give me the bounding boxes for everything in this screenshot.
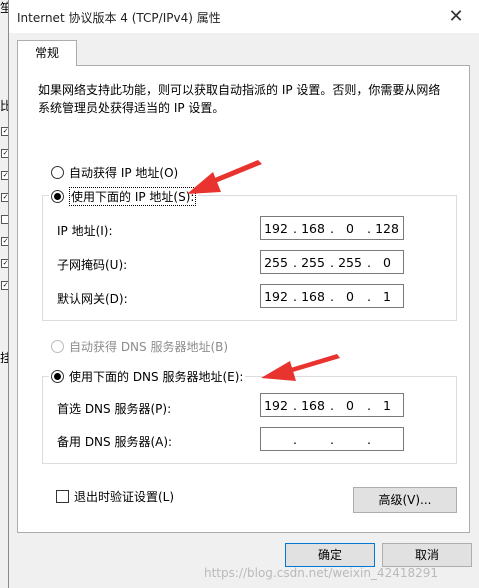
auto-dns-option: 自动获得 DNS 服务器地址(B) [51, 338, 228, 355]
default-gateway-label: 默认网关(D): [57, 292, 128, 306]
tcpip-properties-dialog: Internet 协议版本 4 (TCP/IPv4) 属性 ✕ 常规 如果网络支… [8, 0, 479, 588]
alternate-dns-label: 备用 DNS 服务器(A): [57, 435, 173, 449]
validate-on-exit-option[interactable]: 退出时验证设置(L) [56, 488, 174, 505]
advanced-button[interactable]: 高级(V)... [353, 487, 457, 513]
auto-ip-label: 自动获得 IP 地址(O) [69, 166, 179, 180]
auto-dns-radio [51, 340, 64, 353]
dns-server-group: 使用下面的 DNS 服务器地址(E): 首选 DNS 服务器(P): 192 .… [42, 368, 457, 464]
tab-general[interactable]: 常规 [17, 40, 77, 66]
auto-dns-label: 自动获得 DNS 服务器地址(B) [69, 340, 229, 354]
close-button[interactable]: ✕ [433, 0, 479, 33]
ip-address-input[interactable]: 192 . 168 . 0 . 128 [260, 216, 404, 240]
manual-dns-option[interactable]: 使用下面的 DNS 服务器地址(E): [49, 368, 246, 385]
window-title: Internet 协议版本 4 (TCP/IPv4) 属性 [17, 11, 221, 25]
ip-address-label: IP 地址(I): [57, 224, 113, 238]
title-bar: Internet 协议版本 4 (TCP/IPv4) 属性 ✕ [9, 0, 479, 33]
validate-on-exit-label: 退出时验证设置(L) [74, 490, 175, 504]
ok-button[interactable]: 确定 [285, 543, 375, 567]
preferred-dns-label: 首选 DNS 服务器(P): [57, 402, 172, 416]
description-text: 如果网络支持此功能，则可以获取自动指派的 IP 设置。否则，你需要从网络系统管理… [38, 83, 441, 115]
watermark: https://blog.csdn.net/weixin_42418291 [204, 566, 439, 580]
manual-ip-radio[interactable] [51, 190, 64, 203]
alternate-dns-input[interactable]: . . . [260, 427, 404, 451]
auto-ip-option[interactable]: 自动获得 IP 地址(O) [51, 164, 178, 181]
ip-address-group: 使用下面的 IP 地址(S): IP 地址(I): 192 . 168 . 0 … [42, 187, 457, 321]
general-tab-panel: 如果网络支持此功能，则可以获取自动指派的 IP 设置。否则，你需要从网络系统管理… [17, 65, 470, 533]
manual-dns-radio[interactable] [51, 370, 64, 383]
manual-ip-option[interactable]: 使用下面的 IP 地址(S): [49, 187, 199, 206]
auto-ip-radio[interactable] [51, 166, 64, 179]
subnet-mask-label: 子网掩码(U): [57, 258, 128, 272]
close-icon: ✕ [448, 6, 464, 27]
validate-on-exit-checkbox[interactable] [56, 490, 69, 503]
preferred-dns-input[interactable]: 192 . 168 . 0 . 1 [260, 393, 404, 417]
default-gateway-input[interactable]: 192 . 168 . 0 . 1 [260, 284, 404, 308]
subnet-mask-input[interactable]: 255 . 255 . 255 . 0 [260, 250, 404, 274]
manual-ip-label: 使用下面的 IP 地址(S): [69, 187, 197, 206]
cancel-button[interactable]: 取消 [382, 543, 472, 567]
manual-dns-label: 使用下面的 DNS 服务器地址(E): [69, 370, 244, 384]
